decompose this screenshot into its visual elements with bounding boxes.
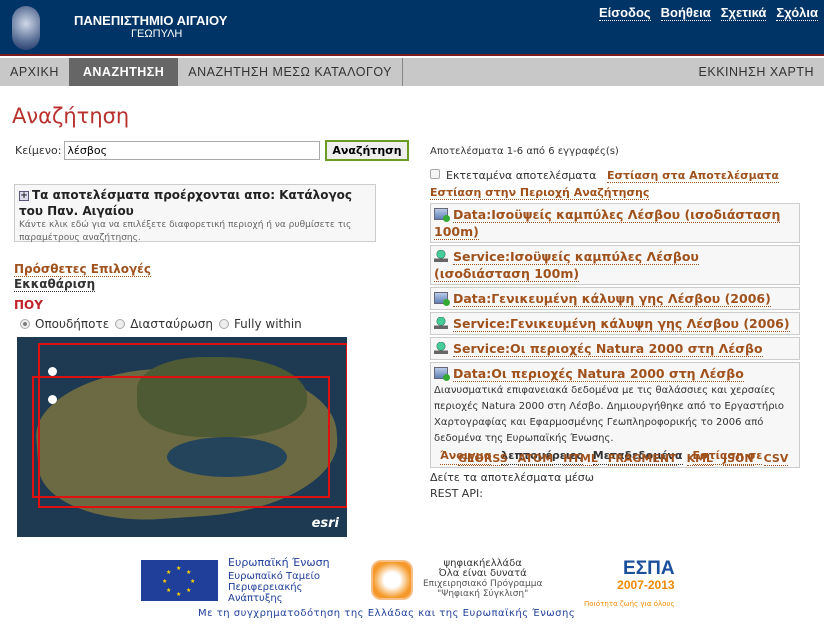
extended-label: Εκτεταμένα αποτελέσματα bbox=[446, 169, 597, 182]
data-icon bbox=[434, 292, 450, 306]
map-view[interactable]: esri bbox=[17, 337, 347, 537]
service-icon bbox=[434, 342, 448, 354]
api-fragment-link[interactable]: FRAGMENT bbox=[607, 452, 677, 466]
catalog-title: Τα αποτελέσματα προέρχονται απο: Κατάλογ… bbox=[19, 188, 352, 218]
result-item: Service:Γενικευμένη κάλυψη γης Λέσβου (2… bbox=[430, 312, 800, 335]
eu-line: Περιφερειακής bbox=[228, 582, 303, 593]
esri-logo: esri bbox=[311, 516, 339, 531]
result-description: Διανυσματικά επιφανειακά δεδομένα με τις… bbox=[434, 385, 785, 444]
nav-bar: ΑΡΧΙΚΗ ΑΝΑΖΗΤΗΣΗ ΑΝΑΖΗΤΗΣΗ ΜΕΣΩ ΚΑΤΑΛΟΓΟ… bbox=[0, 58, 824, 86]
result-item: Service:Ισοϋψείς καμπύλες Λέσβου (ισοδιά… bbox=[430, 245, 800, 285]
page-title: Αναζήτηση bbox=[12, 104, 130, 128]
radio-fully-within[interactable]: Fully within bbox=[218, 317, 302, 331]
api-atom-link[interactable]: ATOM bbox=[517, 452, 554, 466]
result-title-link[interactable]: Data:Γενικευμένη κάλυψη γης Λέσβου (2006… bbox=[453, 291, 771, 307]
catalog-box[interactable]: + Τα αποτελέσματα προέρχονται απο: Κατάλο… bbox=[14, 184, 376, 243]
clear-link[interactable]: Εκκαθάριση bbox=[14, 277, 96, 292]
university-logo bbox=[12, 6, 40, 50]
eu-flag-logo: ★ ★ ★ ★ ★ ★ ★ ★ bbox=[141, 560, 218, 601]
zoom-in-icon[interactable] bbox=[48, 367, 57, 376]
result-title-link[interactable]: Service:Ισοϋψείς καμπύλες Λέσβου (ισοδιά… bbox=[434, 249, 699, 282]
service-icon bbox=[434, 250, 448, 262]
tab-catalog-search[interactable]: ΑΝΑΖΗΤΗΣΗ ΜΕΣΩ ΚΑΤΑΛΟΓΟΥ bbox=[178, 58, 403, 86]
zoom-out-icon[interactable] bbox=[48, 395, 57, 404]
search-input[interactable] bbox=[64, 141, 321, 160]
login-link[interactable]: Είσοδος bbox=[598, 5, 651, 21]
help-link[interactable]: Βοήθεια bbox=[660, 5, 711, 21]
site-title: ΠΑΝΕΠΙΣΤΗΜΙΟ ΑΙΓΑΙΟΥ bbox=[74, 13, 228, 28]
radio-label: Διασταύρωση bbox=[130, 317, 213, 331]
digital-greece-slogan: Όλα είναι δυνατά bbox=[438, 568, 527, 579]
result-title-link[interactable]: Data:Οι περιοχές Natura 2000 στη Λέσβο bbox=[453, 366, 744, 382]
result-extent-rect bbox=[32, 376, 330, 498]
tab-launch-map[interactable]: ΕΚΚΙΝΗΣΗ ΧΑΡΤΗ bbox=[689, 58, 824, 86]
service-icon bbox=[434, 317, 448, 329]
digital-greece-logo bbox=[371, 560, 413, 600]
espa-logo: ΕΣΠΑ 2007-2013 Ποιότητα ζωής για όλους bbox=[584, 558, 675, 608]
result-item: Data:Γενικευμένη κάλυψη γης Λέσβου (2006… bbox=[430, 287, 800, 310]
api-georss-link[interactable]: GEORSS bbox=[458, 452, 508, 466]
espa-years: 2007-2013 bbox=[617, 578, 675, 592]
radio-label: Οπουδήποτε bbox=[35, 317, 110, 331]
api-json-link[interactable]: JSON bbox=[723, 452, 754, 466]
expand-icon[interactable]: + bbox=[19, 191, 29, 201]
result-title-link[interactable]: Data:Ισοϋψείς καμπύλες Λέσβου (ισοδιάστα… bbox=[434, 207, 781, 240]
eu-line: Ανάπτυξης bbox=[228, 593, 283, 604]
radio-anywhere[interactable]: Οπουδήποτε bbox=[20, 317, 109, 331]
about-link[interactable]: Σχετικά bbox=[720, 5, 767, 21]
api-kml-link[interactable]: KML bbox=[686, 452, 714, 466]
footer: ★ ★ ★ ★ ★ ★ ★ ★ Ευρωπαϊκή Ένωση Ευρωπαϊκό Ταμεί… bbox=[141, 556, 681, 608]
eu-line: Ευρωπαϊκό Ταμείο bbox=[228, 571, 320, 582]
cofund-text: Με τη συγχρηματοδότηση της Ελλάδας και τ… bbox=[198, 608, 576, 619]
zoom-area-link[interactable]: Εστίαση στην Περιοχή Αναζήτησης bbox=[430, 186, 650, 200]
digital-greece-program: Επιχειρησιακό Πρόγραμμα bbox=[423, 579, 543, 589]
data-icon bbox=[434, 367, 450, 381]
header: ΠΑΝΕΠΙΣΤΗΜΙΟ ΑΙΓΑΙΟΥ ΓΕΩΠΥΛΗ Είσοδος Βοή… bbox=[0, 0, 824, 56]
where-heading: ΠΟΥ bbox=[14, 298, 43, 312]
digital-greece-subprogram: "Ψηφιακή Σύγκλιση" bbox=[437, 589, 529, 599]
api-html-link[interactable]: HTML bbox=[563, 452, 598, 466]
zoom-results-link[interactable]: Εστίαση στα Αποτελέσματα bbox=[606, 169, 779, 183]
feedback-link[interactable]: Σχόλια bbox=[776, 5, 818, 21]
result-title-link[interactable]: Service:Οι περιοχές Natura 2000 στη Λέσβ… bbox=[453, 341, 763, 357]
extended-checkbox[interactable] bbox=[430, 169, 440, 179]
result-count: Αποτελέσματα 1-6 από 6 εγγραφές(s) bbox=[430, 146, 619, 157]
espa-tagline: Ποιότητα ζωής για όλους bbox=[584, 600, 675, 608]
radio-label: Fully within bbox=[233, 317, 302, 331]
result-item: Service:Οι περιοχές Natura 2000 στη Λέσβ… bbox=[430, 337, 800, 360]
search-button[interactable]: Αναζήτηση bbox=[325, 140, 409, 161]
data-icon bbox=[434, 208, 450, 222]
api-csv-link[interactable]: CSV bbox=[763, 452, 789, 466]
eu-title: Ευρωπαϊκή Ένωση bbox=[228, 556, 330, 569]
tab-home[interactable]: ΑΡΧΙΚΗ bbox=[0, 58, 69, 86]
site-subtitle: ΓΕΩΠΥΛΗ bbox=[131, 28, 183, 40]
espa-name: ΕΣΠΑ bbox=[623, 558, 675, 579]
rest-text: Δείτε τα αποτελέσματα μέσω REST API: bbox=[430, 471, 594, 500]
search-label: Κείμενο: bbox=[15, 144, 62, 157]
radio-intersect[interactable]: Διασταύρωση bbox=[115, 317, 213, 331]
catalog-hint: Κάντε κλικ εδώ για να επιλέξετε διαφορετ… bbox=[19, 220, 352, 243]
result-item: Data:Ισοϋψείς καμπύλες Λέσβου (ισοδιάστα… bbox=[430, 203, 800, 243]
more-options-link[interactable]: Πρόσθετες Επιλογές bbox=[14, 262, 151, 277]
result-title-link[interactable]: Service:Γενικευμένη κάλυψη γης Λέσβου (2… bbox=[453, 316, 790, 332]
tab-search[interactable]: ΑΝΑΖΗΤΗΣΗ bbox=[68, 58, 179, 86]
